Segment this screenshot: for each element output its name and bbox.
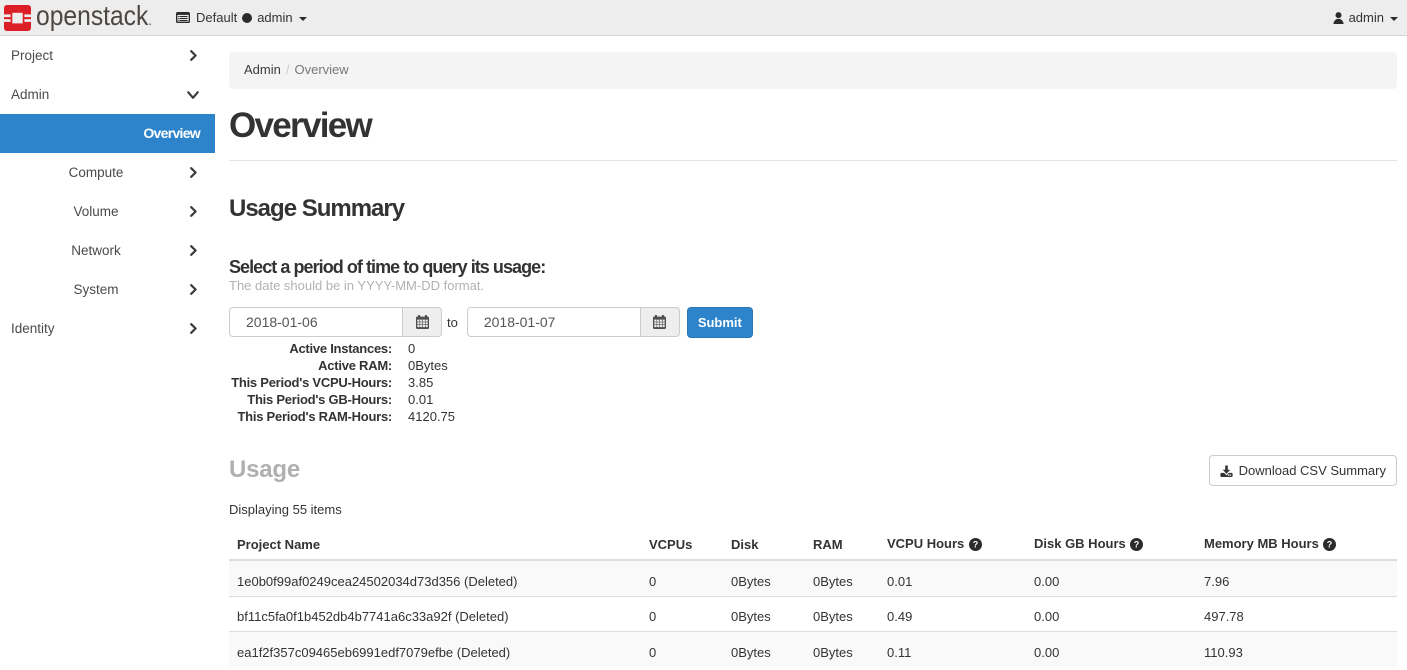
svg-text:?: ? <box>1134 539 1140 549</box>
svg-text:?: ? <box>973 539 979 549</box>
svg-text:?: ? <box>1327 539 1333 549</box>
